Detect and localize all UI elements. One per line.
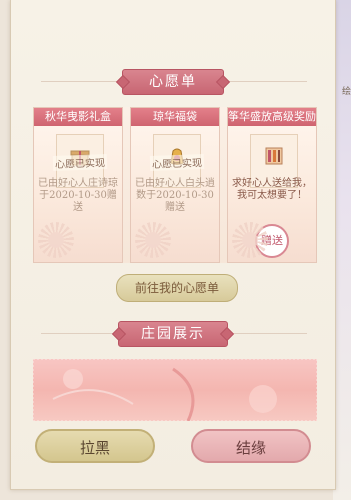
bond-button[interactable]: 结缘 bbox=[191, 429, 311, 463]
fulfilled-stamp: 心愿已实现 bbox=[149, 154, 205, 171]
wishlist-grid: 秋华曳影礼盒 心愿已实现 已由好心人庄诗琼于2020-10-30赠送 琼华福袋 … bbox=[33, 107, 317, 263]
flower-decoration bbox=[135, 222, 171, 258]
reward-scroll-icon bbox=[265, 147, 283, 165]
garden-image bbox=[33, 359, 317, 421]
card-title: 秋华曳影礼盒 bbox=[34, 108, 122, 126]
wishlist-card[interactable]: 筝华盛放高级奖励 求好心人送给我，我可太想要了！ 赠送 bbox=[227, 107, 317, 263]
wishlist-title: 心愿单 bbox=[122, 69, 224, 95]
block-button[interactable]: 拉黑 bbox=[35, 429, 155, 463]
side-glyph: 绘 bbox=[341, 87, 351, 97]
garden-showcase[interactable] bbox=[33, 359, 317, 421]
garden-title: 庄园展示 bbox=[118, 321, 228, 347]
wishlist-card[interactable]: 琼华福袋 心愿已实现 已由好心人白头逍数于2020-10-30赠送 bbox=[130, 107, 220, 263]
card-title: 琼华福袋 bbox=[131, 108, 219, 126]
flower-decoration bbox=[232, 222, 268, 258]
goto-wishlist-button[interactable]: 前往我的心愿单 bbox=[116, 274, 238, 302]
profile-panel: 心愿单 秋华曳影礼盒 心愿已实现 已由好心人庄诗琼于2020-10-30赠送 琼… bbox=[10, 0, 336, 490]
card-description: 已由好心人庄诗琼于2020-10-30赠送 bbox=[38, 178, 118, 213]
card-title: 筝华盛放高级奖励 bbox=[228, 108, 316, 126]
card-description: 求好心人送给我，我可太想要了！ bbox=[232, 178, 312, 201]
card-description: 已由好心人白头逍数于2020-10-30赠送 bbox=[135, 178, 215, 213]
flower-decoration bbox=[38, 222, 74, 258]
divider bbox=[223, 81, 307, 82]
divider bbox=[223, 333, 307, 334]
wishlist-card[interactable]: 秋华曳影礼盒 心愿已实现 已由好心人庄诗琼于2020-10-30赠送 bbox=[33, 107, 123, 263]
fulfilled-stamp: 心愿已实现 bbox=[52, 154, 108, 171]
